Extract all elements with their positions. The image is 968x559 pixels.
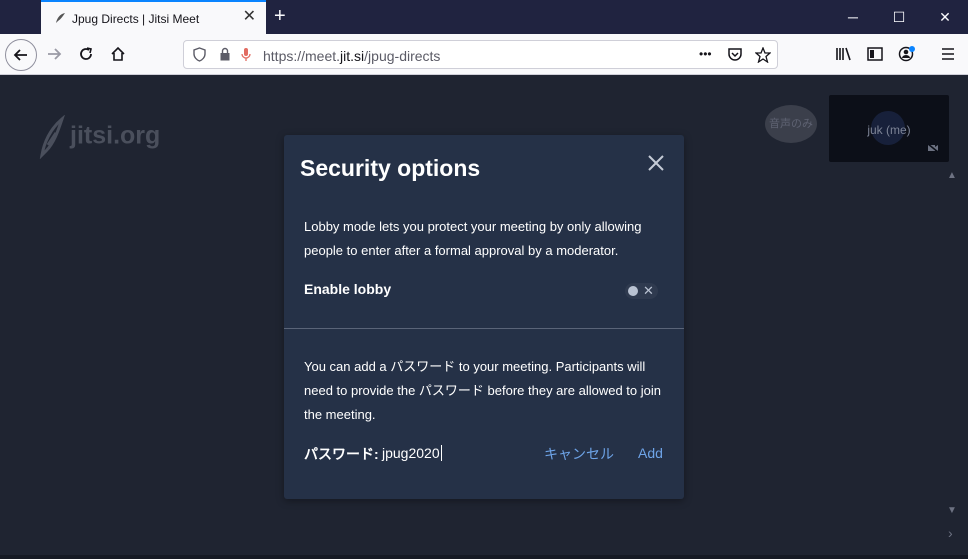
chevron-right-icon[interactable]: › bbox=[948, 525, 953, 541]
jitsi-logo[interactable]: jitsi.org bbox=[38, 115, 160, 159]
new-tab-icon[interactable]: + bbox=[274, 5, 286, 27]
add-password-button[interactable]: Add bbox=[638, 445, 663, 461]
page-actions-icon[interactable]: ••• bbox=[699, 46, 712, 62]
meeting-page: jitsi.org 音声のみ juk (me) ▲ ▼ › Security o… bbox=[0, 75, 968, 559]
bookmark-star-icon[interactable] bbox=[754, 46, 772, 67]
tab-close-icon[interactable]: ✕ bbox=[243, 9, 256, 25]
audio-only-label: 音声のみ bbox=[769, 118, 813, 130]
password-label: パスワード: bbox=[304, 446, 379, 462]
bottom-edge bbox=[0, 555, 968, 559]
filmstrip-scrollbar[interactable]: ▲ ▼ bbox=[945, 170, 959, 520]
toggle-off-icon: ✕ bbox=[643, 283, 654, 298]
enable-lobby-label: Enable lobby bbox=[304, 281, 392, 297]
home-icon[interactable] bbox=[104, 40, 132, 68]
scroll-down-icon[interactable]: ▼ bbox=[945, 505, 959, 516]
reload-icon[interactable] bbox=[72, 40, 100, 68]
back-arrow-icon[interactable] bbox=[5, 39, 37, 71]
maximize-icon[interactable]: ☐ bbox=[876, 0, 922, 34]
enable-lobby-toggle[interactable]: ✕ bbox=[625, 283, 658, 299]
jitsi-logo-mark-icon bbox=[39, 115, 65, 159]
tab-title: Jpug Directs | Jitsi Meet bbox=[72, 12, 200, 26]
dialog-title: Security options bbox=[300, 155, 481, 181]
lock-icon[interactable] bbox=[219, 47, 231, 66]
library-icon[interactable] bbox=[830, 40, 858, 68]
account-icon[interactable] bbox=[893, 40, 921, 68]
url-bar[interactable]: https://meet.jit.si/jpug-directs ••• bbox=[183, 40, 778, 69]
pocket-icon[interactable] bbox=[727, 47, 743, 66]
sidebar-icon[interactable] bbox=[861, 40, 889, 68]
security-options-dialog: Security options Lobby mode lets you pro… bbox=[284, 135, 684, 499]
password-input[interactable]: jpug2020 bbox=[382, 445, 442, 461]
local-video-thumbnail[interactable]: juk (me) bbox=[829, 95, 949, 162]
audio-only-button[interactable]: 音声のみ bbox=[765, 105, 817, 143]
url-text: https://meet.jit.si/jpug-directs bbox=[263, 48, 441, 64]
forward-arrow-icon[interactable] bbox=[40, 40, 68, 68]
participant-name: juk (me) bbox=[867, 123, 911, 137]
camera-off-icon bbox=[927, 143, 939, 156]
lobby-description: Lobby mode lets you protect your meeting… bbox=[304, 219, 642, 258]
browser-tab-active[interactable]: Jpug Directs | Jitsi Meet ✕ bbox=[41, 0, 266, 34]
browser-navbar: https://meet.jit.si/jpug-directs ••• bbox=[0, 34, 968, 75]
window-close-icon[interactable]: ✕ bbox=[922, 0, 968, 34]
jitsi-favicon-icon bbox=[53, 11, 67, 25]
password-description: You can add a パスワード to your meeting. Par… bbox=[304, 359, 661, 422]
cancel-button[interactable]: キャンセル bbox=[544, 444, 614, 464]
scroll-up-icon[interactable]: ▲ bbox=[945, 170, 959, 181]
microphone-icon[interactable] bbox=[240, 47, 252, 67]
browser-titlebar: Jpug Directs | Jitsi Meet ✕ + ─ ☐ ✕ bbox=[0, 0, 968, 34]
shield-icon[interactable] bbox=[193, 47, 206, 66]
minimize-icon[interactable]: ─ bbox=[830, 0, 876, 34]
logo-text: jitsi.org bbox=[70, 121, 161, 150]
hamburger-menu-icon[interactable] bbox=[934, 40, 962, 68]
section-divider bbox=[284, 328, 684, 329]
toggle-knob bbox=[628, 286, 638, 296]
dialog-close-icon[interactable] bbox=[644, 151, 668, 175]
